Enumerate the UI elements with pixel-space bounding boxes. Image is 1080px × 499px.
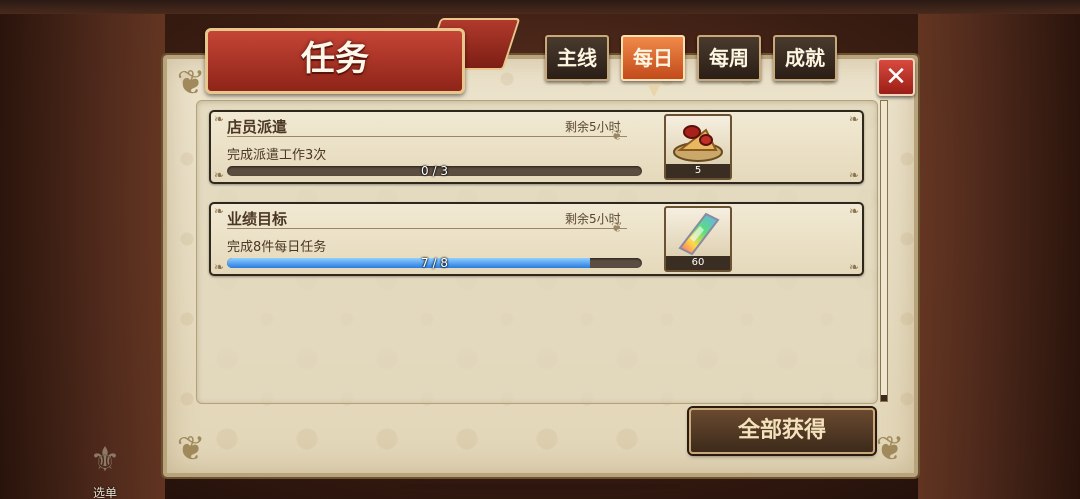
- card-corner-icon: ❧: [214, 204, 225, 218]
- background-left: [0, 14, 165, 499]
- card-corner-icon: ❧: [214, 260, 225, 274]
- cooking-dish-icon: [673, 125, 723, 162]
- task-card-dispatch[interactable]: ❧ ❧ ❧ ❧ 店员派遣 剩余5小时 ❦ 完成派遣工作3次 0 / 3 5: [209, 110, 864, 184]
- progress-text: 0 / 3: [421, 164, 448, 178]
- task-card-performance[interactable]: ❧ ❧ ❧ ❧ 业绩目标 剩余5小时 ❦ 完成8件每日任务 7 / 8 60: [209, 202, 864, 276]
- task-title: 业绩目标: [227, 210, 288, 228]
- collect-all-button[interactable]: 全部获得: [689, 408, 875, 454]
- tab-weekly[interactable]: 每周: [697, 35, 761, 81]
- reward-count: 60: [666, 256, 730, 270]
- fleur-de-lis-icon: ⚜: [89, 440, 121, 480]
- active-tab-pointer-icon: ▼: [647, 80, 661, 99]
- card-corner-icon: ❧: [214, 112, 225, 126]
- reward-slot[interactable]: 5: [664, 114, 732, 180]
- tab-main-quest[interactable]: 主线: [545, 35, 609, 81]
- close-x-icon: ✕: [885, 62, 907, 92]
- task-divider: [227, 228, 627, 229]
- background-top: [0, 0, 1080, 14]
- card-corner-icon: ❧: [848, 204, 859, 218]
- reward-count: 5: [666, 164, 730, 178]
- close-button[interactable]: ✕: [877, 58, 915, 96]
- card-corner-icon: ❧: [214, 168, 225, 182]
- page-title: 任务: [301, 39, 369, 79]
- tab-daily[interactable]: 每日: [621, 35, 685, 81]
- task-title: 店员派遣: [227, 118, 288, 136]
- rainbow-crystal-icon: [678, 212, 720, 256]
- scrollbar-thumb[interactable]: [881, 395, 887, 401]
- card-corner-icon: ❧: [848, 112, 859, 126]
- tab-achievements[interactable]: 成就: [773, 35, 837, 81]
- ornament-bottom-left-icon: ❦: [176, 429, 206, 469]
- progress-text: 7 / 8: [421, 256, 448, 270]
- home-indicator[interactable]: [400, 484, 680, 489]
- card-corner-icon: ❧: [848, 168, 859, 182]
- background-right: [918, 14, 1080, 499]
- menu-button[interactable]: ⚜ 选单: [70, 438, 140, 499]
- card-corner-icon: ❧: [848, 260, 859, 274]
- task-divider: [227, 136, 627, 137]
- task-description: 完成派遣工作3次: [227, 148, 327, 163]
- menu-label: 选单: [92, 486, 117, 499]
- task-description: 完成8件每日任务: [227, 240, 327, 255]
- reward-slot[interactable]: 60: [664, 206, 732, 272]
- task-list-scrollbar[interactable]: [880, 100, 888, 402]
